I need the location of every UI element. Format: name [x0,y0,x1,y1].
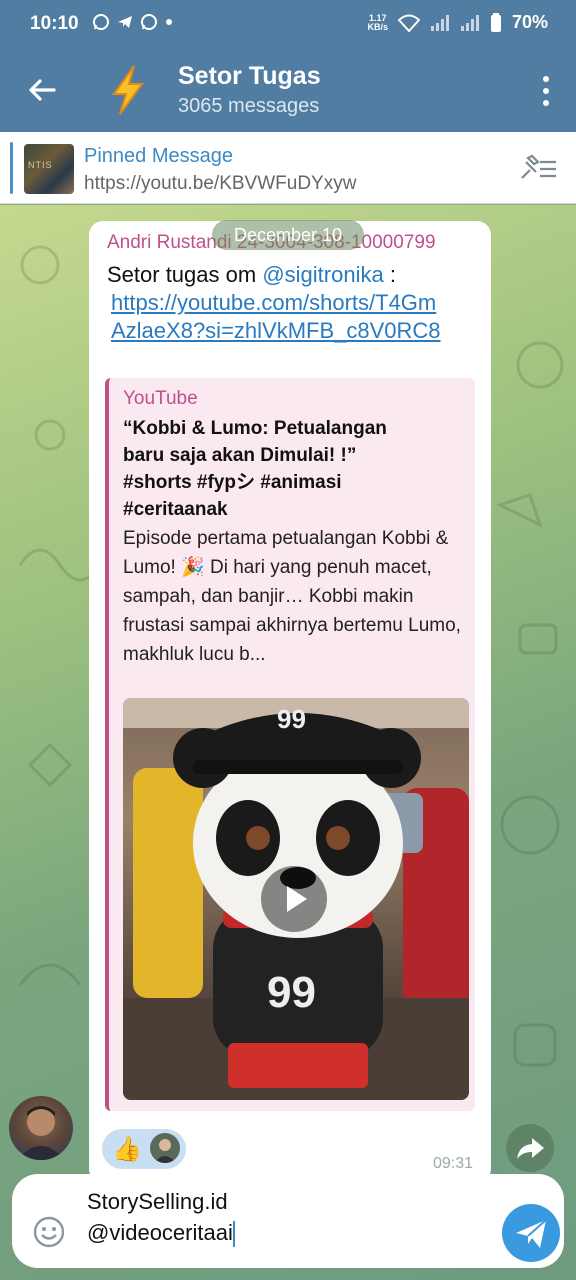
chat-subtitle: 3065 messages [178,95,320,117]
message-composer[interactable]: StorySelling.id @videoceritaai [12,1174,564,1268]
pinned-thumbnail: NTIS [24,144,74,194]
chat-avatar[interactable] [102,64,154,116]
battery-level: 70% [511,12,548,32]
preview-description: Episode pertama petualangan Kobbi & Lumo… [123,528,461,665]
back-arrow-icon[interactable] [24,72,60,108]
status-right: 1.17 KB/s 70% [367,12,548,33]
pin-list-icon[interactable] [518,154,558,182]
signal-icon [430,14,449,31]
pinned-thumb-text: NTIS [28,160,53,170]
status-time: 10:10 [30,13,79,34]
net-speed: 1.17 KB/s [367,13,388,32]
signal-icon-2 [460,14,479,31]
send-icon [516,1219,547,1248]
pinned-message-bar[interactable]: NTIS Pinned Message https://youtu.be/KBV… [0,132,576,204]
net-speed-unit: KB/s [367,21,388,32]
forward-button[interactable] [506,1124,554,1172]
status-bar: 10:10 1.17 KB/s 70% [0,0,576,48]
emoji-icon[interactable] [32,1215,66,1249]
message-time: 09:31 [432,1155,473,1172]
chat-title[interactable]: Setor Tugas [178,62,321,91]
pinned-indicator [10,142,13,194]
jersey-number: 99 [267,968,316,1017]
message-bubble[interactable]: Andri Rustandi 24-3004-308-10000799 Seto… [89,221,491,1183]
lightning-bolt-icon [112,65,144,115]
message-text-suffix: : [383,262,396,287]
whatsapp-icon [93,14,109,30]
message-input[interactable]: StorySelling.id @videoceritaai [87,1186,235,1248]
whatsapp-icon-2 [141,14,157,30]
pinned-text: https://youtu.be/KBVWFuDYxyw [84,173,357,194]
telegram-icon [118,16,132,28]
video-thumbnail[interactable]: 99 99 [123,698,469,1100]
message-text: Setor tugas om @sigitronika : https://yo… [107,261,477,345]
sender-avatar[interactable] [9,1096,73,1160]
send-button[interactable] [502,1204,560,1262]
battery-icon [490,12,501,32]
sender-avatar-image [17,1106,65,1160]
dot-icon [166,19,172,25]
thumbs-up-reaction: 👍 [112,1136,142,1163]
pinned-title: Pinned Message [84,145,233,167]
play-icon [287,886,307,912]
link-preview[interactable]: YouTube “Kobbi & Lumo: Petualangan baru … [105,378,475,1111]
mention-link[interactable]: @sigitronika [262,262,383,287]
play-button[interactable] [261,866,327,932]
date-separator: December 10 [212,220,364,250]
preview-site-name: YouTube [123,388,198,409]
youtube-link[interactable]: https://youtube.com/shorts/T4GmAzlaeX8?s… [111,289,441,345]
message-input-text: StorySelling.id @videoceritaai [87,1189,233,1245]
wifi-icon [397,14,420,32]
reaction-chip[interactable]: 👍 [102,1129,186,1169]
cap-number: 99 [277,704,306,734]
message-text-prefix: Setor tugas om [107,262,263,287]
reactor-avatar [150,1133,180,1163]
notification-icons [92,13,174,31]
forward-icon [517,1138,544,1159]
text-caret [232,1221,235,1248]
chat-header: Setor Tugas 3065 messages [0,48,576,132]
more-options-icon[interactable] [540,74,552,108]
preview-title: “Kobbi & Lumo: Petualangan baru saja aka… [123,418,387,520]
